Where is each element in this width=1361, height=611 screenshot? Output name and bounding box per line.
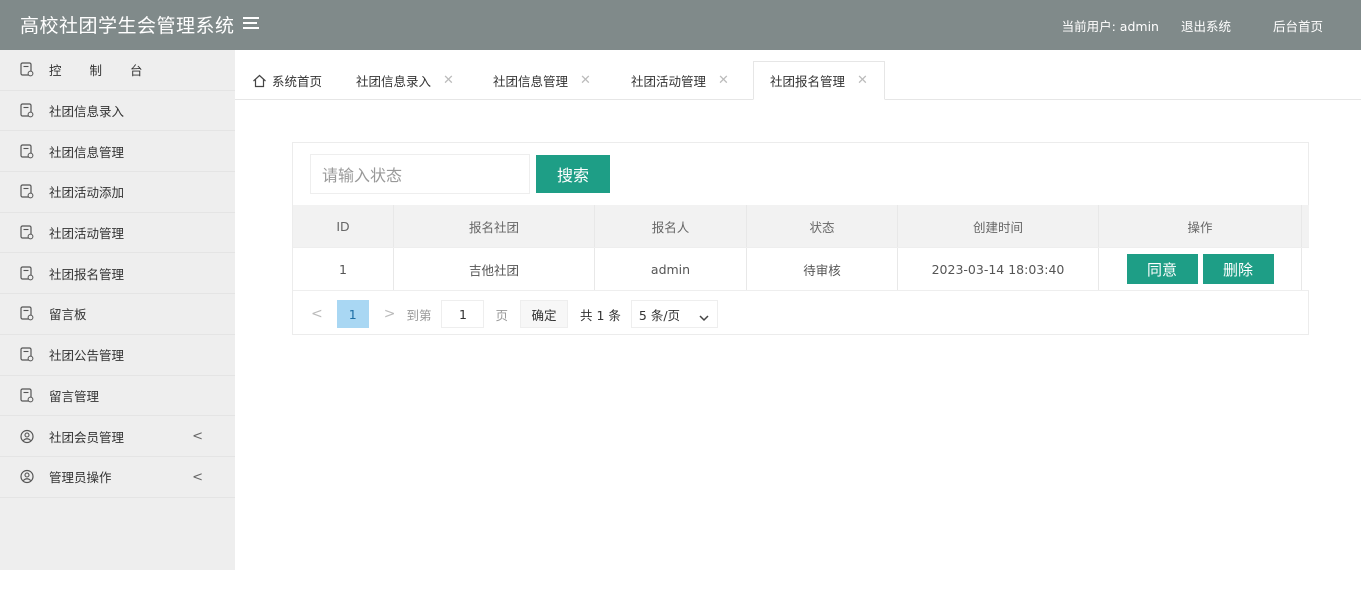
- document-icon: [20, 347, 34, 362]
- tab-label: 社团信息录入: [356, 74, 432, 89]
- sidebar-item-label: 控 制 台: [49, 63, 155, 79]
- document-icon: [20, 266, 34, 281]
- pagination: < 1 > 到第 1 页 确定 共 1 条 5 条/页: [293, 293, 1309, 335]
- sidebar-item-label: 社团报名管理: [49, 266, 125, 282]
- page-unit-label: 页: [495, 307, 508, 323]
- column-header: 状态: [747, 205, 898, 247]
- tab-club-info-manage[interactable]: 社团信息管理 ✕: [493, 61, 591, 100]
- status-search-input[interactable]: 请输入状态: [310, 154, 530, 194]
- column-header: 报名社团: [394, 205, 595, 247]
- cell-actions: 同意 删除: [1099, 248, 1302, 290]
- document-icon: [20, 144, 34, 159]
- document-icon: [20, 225, 34, 240]
- user-circle-icon: [20, 469, 34, 484]
- tab-label: 社团报名管理: [770, 74, 846, 89]
- column-header: 创建时间: [898, 205, 1099, 247]
- tab-label: 社团信息管理: [493, 74, 569, 89]
- chevron-left-icon[interactable]: <: [192, 470, 203, 485]
- table-scroll-gutter: [1302, 205, 1309, 247]
- table-header-row: ID 报名社团 报名人 状态 创建时间 操作: [293, 205, 1309, 248]
- document-icon: [20, 184, 34, 199]
- sidebar-item-label: 社团会员管理: [49, 429, 125, 445]
- close-icon[interactable]: ✕: [857, 73, 868, 88]
- column-header: 报名人: [595, 205, 747, 247]
- table-scroll-gutter: [1302, 248, 1309, 290]
- sidebar-item-announcement-manage[interactable]: 社团公告管理: [0, 335, 235, 376]
- search-button[interactable]: 搜索: [536, 155, 610, 193]
- table-row: 1 吉他社团 admin 待审核 2023-03-14 18:03:40 同意 …: [293, 248, 1309, 291]
- document-icon: [20, 306, 34, 321]
- sidebar-item-message-board[interactable]: 留言板: [0, 294, 235, 335]
- sidebar-item-dashboard[interactable]: 控 制 台: [0, 50, 235, 91]
- document-icon: [20, 103, 34, 118]
- user-circle-icon: [20, 429, 34, 444]
- sidebar-item-label: 留言管理: [49, 388, 100, 404]
- document-icon: [20, 62, 34, 77]
- tab-label: 社团活动管理: [631, 74, 707, 89]
- registration-table: ID 报名社团 报名人 状态 创建时间 操作 1 吉他社团 admin 待审核 …: [293, 205, 1309, 291]
- cell-id: 1: [293, 248, 394, 290]
- sidebar-item-label: 社团活动管理: [49, 226, 125, 242]
- page-button-current[interactable]: 1: [336, 300, 369, 328]
- tab-club-info-entry[interactable]: 社团信息录入 ✕: [356, 61, 454, 100]
- sidebar-item-club-info-manage[interactable]: 社团信息管理: [0, 131, 235, 173]
- admin-home-link[interactable]: 后台首页: [1273, 16, 1323, 35]
- page-size-value: 5 条/页: [638, 307, 681, 323]
- goto-label: 到第: [406, 307, 432, 323]
- sidebar-item-message-manage[interactable]: 留言管理: [0, 376, 235, 417]
- chevron-left-icon[interactable]: <: [192, 429, 203, 444]
- sidebar-item-club-info-entry[interactable]: 社团信息录入: [0, 91, 235, 132]
- current-user-label: 当前用户: admin: [1061, 18, 1159, 34]
- column-header: ID: [293, 205, 394, 247]
- sidebar-item-label: 管理员操作: [49, 470, 112, 486]
- sidebar-item-admin-ops[interactable]: 管理员操作 <: [0, 457, 235, 498]
- column-header: 操作: [1099, 205, 1302, 247]
- sidebar-item-activity-add[interactable]: 社团活动添加: [0, 172, 235, 213]
- tab-home[interactable]: 系统首页: [252, 61, 322, 100]
- home-icon: [252, 74, 267, 88]
- page-number-input[interactable]: 1: [441, 300, 485, 328]
- tab-label: 系统首页: [272, 74, 323, 89]
- sidebar-item-label: 社团公告管理: [49, 348, 125, 364]
- cell-applicant: admin: [595, 248, 747, 290]
- sidebar-item-registration-manage[interactable]: 社团报名管理: [0, 253, 235, 295]
- confirm-page-button[interactable]: 确定: [520, 300, 568, 328]
- close-icon[interactable]: ✕: [580, 73, 591, 88]
- page-size-select[interactable]: 5 条/页: [630, 300, 718, 328]
- cell-status: 待审核: [747, 248, 898, 290]
- app-title: 高校社团学生会管理系统: [20, 15, 235, 37]
- tab-bar: 系统首页 社团信息录入 ✕ 社团信息管理 ✕ 社团活动管理 ✕ 社团报名管理 ✕: [235, 61, 1361, 100]
- prev-page-icon[interactable]: <: [311, 306, 323, 322]
- tab-registration-manage[interactable]: 社团报名管理 ✕: [753, 61, 885, 100]
- top-header: 高校社团学生会管理系统 当前用户: admin 退出系统 后台首页: [0, 0, 1361, 50]
- cell-created-time: 2023-03-14 18:03:40: [898, 248, 1099, 290]
- header-actions: 当前用户: admin 退出系统 后台首页: [1062, 0, 1323, 50]
- next-page-icon[interactable]: >: [384, 306, 396, 322]
- delete-button[interactable]: 删除: [1202, 254, 1274, 284]
- sidebar-item-label: 社团信息录入: [49, 104, 125, 120]
- total-count: 共 1 条: [580, 307, 621, 323]
- close-icon[interactable]: ✕: [718, 73, 729, 88]
- sidebar-item-label: 留言板: [49, 307, 87, 323]
- cell-club: 吉他社团: [394, 248, 595, 290]
- sidebar-item-label: 社团信息管理: [49, 144, 125, 160]
- sidebar: 控 制 台 社团信息录入 社团信息管理 社团活动添加 社团活动管理 社团报名管理…: [0, 50, 235, 570]
- content-panel: 请输入状态 搜索 ID 报名社团 报名人 状态 创建时间 操作 1 吉他社团 a…: [292, 142, 1309, 335]
- sidebar-item-label: 社团活动添加: [49, 185, 125, 201]
- logout-link[interactable]: 退出系统: [1181, 16, 1231, 35]
- close-icon[interactable]: ✕: [443, 73, 454, 88]
- sidebar-item-member-manage[interactable]: 社团会员管理 <: [0, 416, 235, 457]
- agree-button[interactable]: 同意: [1126, 254, 1198, 284]
- menu-toggle-icon[interactable]: [243, 17, 259, 31]
- document-icon: [20, 388, 34, 403]
- chevron-down-icon: [699, 310, 709, 325]
- sidebar-item-activity-manage[interactable]: 社团活动管理: [0, 213, 235, 254]
- tab-activity-manage[interactable]: 社团活动管理 ✕: [631, 61, 729, 100]
